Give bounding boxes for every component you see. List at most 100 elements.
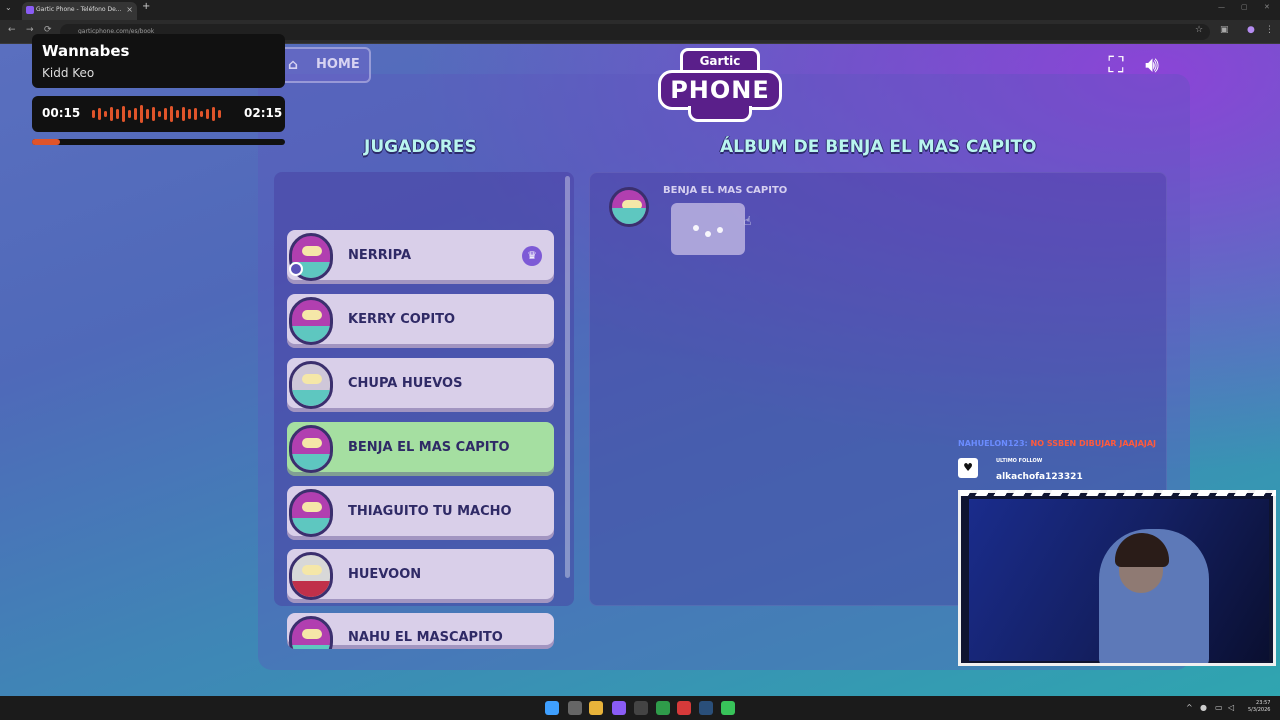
- bookmark-star-icon[interactable]: ☆: [1195, 25, 1203, 35]
- display-icon[interactable]: ▭: [1215, 703, 1223, 712]
- home-icon: ⌂: [288, 57, 299, 73]
- recording-icon[interactable]: [677, 701, 691, 715]
- loading-dot: [693, 225, 699, 231]
- loading-dot: [717, 227, 723, 233]
- player-name: BENJA EL MAS CAPITO: [348, 440, 510, 455]
- browser-tab[interactable]: Gartic Phone - Teléfono De... ×: [22, 2, 137, 20]
- waveform-bar: [116, 109, 119, 119]
- player-name: THIAGUITO TU MACHO: [348, 504, 512, 519]
- gartic-phone-logo: Gartic PHONE: [658, 48, 782, 124]
- players-scrollbar[interactable]: [565, 176, 570, 578]
- player-card[interactable]: KERRY COPITO: [287, 294, 554, 348]
- waveform-bar: [92, 110, 95, 118]
- waveform-bar: [110, 107, 113, 121]
- home-label: HOME: [316, 57, 360, 72]
- waveform-bar: [128, 110, 131, 118]
- player-name: NERRIPA: [348, 248, 412, 263]
- waveform-bar: [200, 111, 203, 117]
- waveform-bar: [152, 107, 155, 121]
- player-card[interactable]: NERRIPA ♛: [287, 230, 554, 284]
- logo-main-text: PHONE: [658, 70, 782, 110]
- player-card[interactable]: HUEVOON: [287, 549, 554, 603]
- waveform-bar: [194, 108, 197, 120]
- knight-avatar: [289, 552, 333, 600]
- album-author-avatar: [609, 187, 649, 227]
- forward-icon[interactable]: →: [26, 25, 34, 35]
- waveform-bar: [98, 108, 101, 120]
- waveform-bar: [170, 106, 173, 122]
- task-view-icon[interactable]: [568, 701, 582, 715]
- system-clock[interactable]: 23:57 5/3/2026: [1248, 700, 1270, 714]
- tray-chevron-icon[interactable]: ^: [1186, 703, 1193, 712]
- maximize-icon[interactable]: ▢: [1241, 3, 1248, 11]
- extensions-icon[interactable]: ▣: [1220, 25, 1229, 35]
- fullscreen-icon[interactable]: ⛶: [1102, 52, 1130, 80]
- album-heading: ÁLBUM DE BENJA EL MAS CAPITO: [720, 137, 1037, 157]
- waveform-bar: [182, 107, 185, 121]
- close-tab-icon[interactable]: ×: [126, 2, 133, 18]
- bird-avatar: [289, 297, 333, 345]
- album-author-name: BENJA EL MAS CAPITO: [663, 185, 788, 196]
- steam-icon[interactable]: [699, 701, 713, 715]
- obs-icon[interactable]: [634, 701, 648, 715]
- crown-icon: ♛: [522, 246, 542, 266]
- waveform-bar: [212, 107, 215, 121]
- player-card[interactable]: CHUPA HUEVOS: [287, 358, 554, 412]
- player-name: KERRY COPITO: [348, 312, 456, 327]
- new-tab-icon[interactable]: +: [142, 1, 150, 12]
- you-badge-icon: [289, 262, 303, 276]
- bird-avatar: [289, 489, 333, 537]
- players-heading: JUGADORES: [364, 137, 477, 157]
- waveform-bar: [218, 110, 221, 118]
- mic-icon[interactable]: ●: [1200, 703, 1207, 712]
- elapsed-time: 00:15: [42, 106, 81, 120]
- follow-label: ULTIMO FOLLOW: [996, 458, 1043, 464]
- file-explorer-icon[interactable]: [589, 701, 603, 715]
- volume-icon[interactable]: 🔊︎: [1138, 52, 1166, 80]
- last-follow-box: ♥ ULTIMO FOLLOW alkachofa123321: [958, 456, 1083, 488]
- tab-title: Gartic Phone - Teléfono De...: [36, 6, 122, 13]
- spotify-icon[interactable]: [721, 701, 735, 715]
- waveform-bar: [140, 105, 143, 123]
- taskbar: ^ ● ▭ ◁ 23:57 5/3/2026: [0, 696, 1280, 720]
- browser-tab-bar: ⌄ Gartic Phone - Teléfono De... × + — ▢ …: [0, 0, 1280, 20]
- webcam-background: [969, 499, 1269, 663]
- heart-icon: ♥: [958, 458, 978, 478]
- follow-name: alkachofa123321: [996, 472, 1083, 482]
- home-button[interactable]: ⌂ HOME: [278, 47, 371, 83]
- song-title: Wannabes: [42, 42, 130, 60]
- chrome-icon[interactable]: [656, 701, 670, 715]
- waveform-bar: [104, 111, 107, 117]
- goggles-avatar: [289, 361, 333, 409]
- waveform-bar: [146, 109, 149, 119]
- audio-waveform: [92, 105, 221, 123]
- player-card[interactable]: THIAGUITO TU MACHO: [287, 486, 554, 540]
- clock-date: 5/3/2026: [1248, 707, 1271, 713]
- chat-username: NAHUELON123:: [958, 439, 1028, 448]
- start-icon[interactable]: [545, 701, 559, 715]
- logo-base: [688, 106, 752, 122]
- waveform-bar: [176, 110, 179, 118]
- loading-bubble: [671, 203, 745, 255]
- loading-dot: [705, 231, 711, 237]
- speaker-icon[interactable]: ◁: [1228, 703, 1234, 712]
- close-window-icon[interactable]: ✕: [1264, 3, 1270, 11]
- song-artist: Kidd Keo: [42, 66, 95, 80]
- minimize-icon[interactable]: —: [1218, 3, 1225, 11]
- total-time: 02:15: [244, 106, 283, 120]
- waveform-bar: [122, 106, 125, 122]
- profile-icon[interactable]: ●: [1247, 25, 1255, 35]
- menu-icon[interactable]: ⋮: [1265, 25, 1274, 35]
- app-icon[interactable]: [612, 701, 626, 715]
- player-card[interactable]: NAHU EL MASCAPITO: [287, 613, 554, 649]
- player-card-active[interactable]: BENJA EL MAS CAPITO: [287, 422, 554, 476]
- webcam-feed: [958, 490, 1276, 666]
- waveform-bar: [164, 108, 167, 120]
- tab-list-icon[interactable]: ⌄: [5, 3, 12, 12]
- bird-avatar: [289, 425, 333, 473]
- player-name: HUEVOON: [348, 567, 422, 582]
- chat-line: NAHUELON123: NO SSBEN DIBUJAR JAAJAJAJ: [958, 439, 1156, 448]
- music-progress-fill: [32, 139, 60, 145]
- back-icon[interactable]: ←: [8, 25, 16, 35]
- waveform-bar: [134, 108, 137, 120]
